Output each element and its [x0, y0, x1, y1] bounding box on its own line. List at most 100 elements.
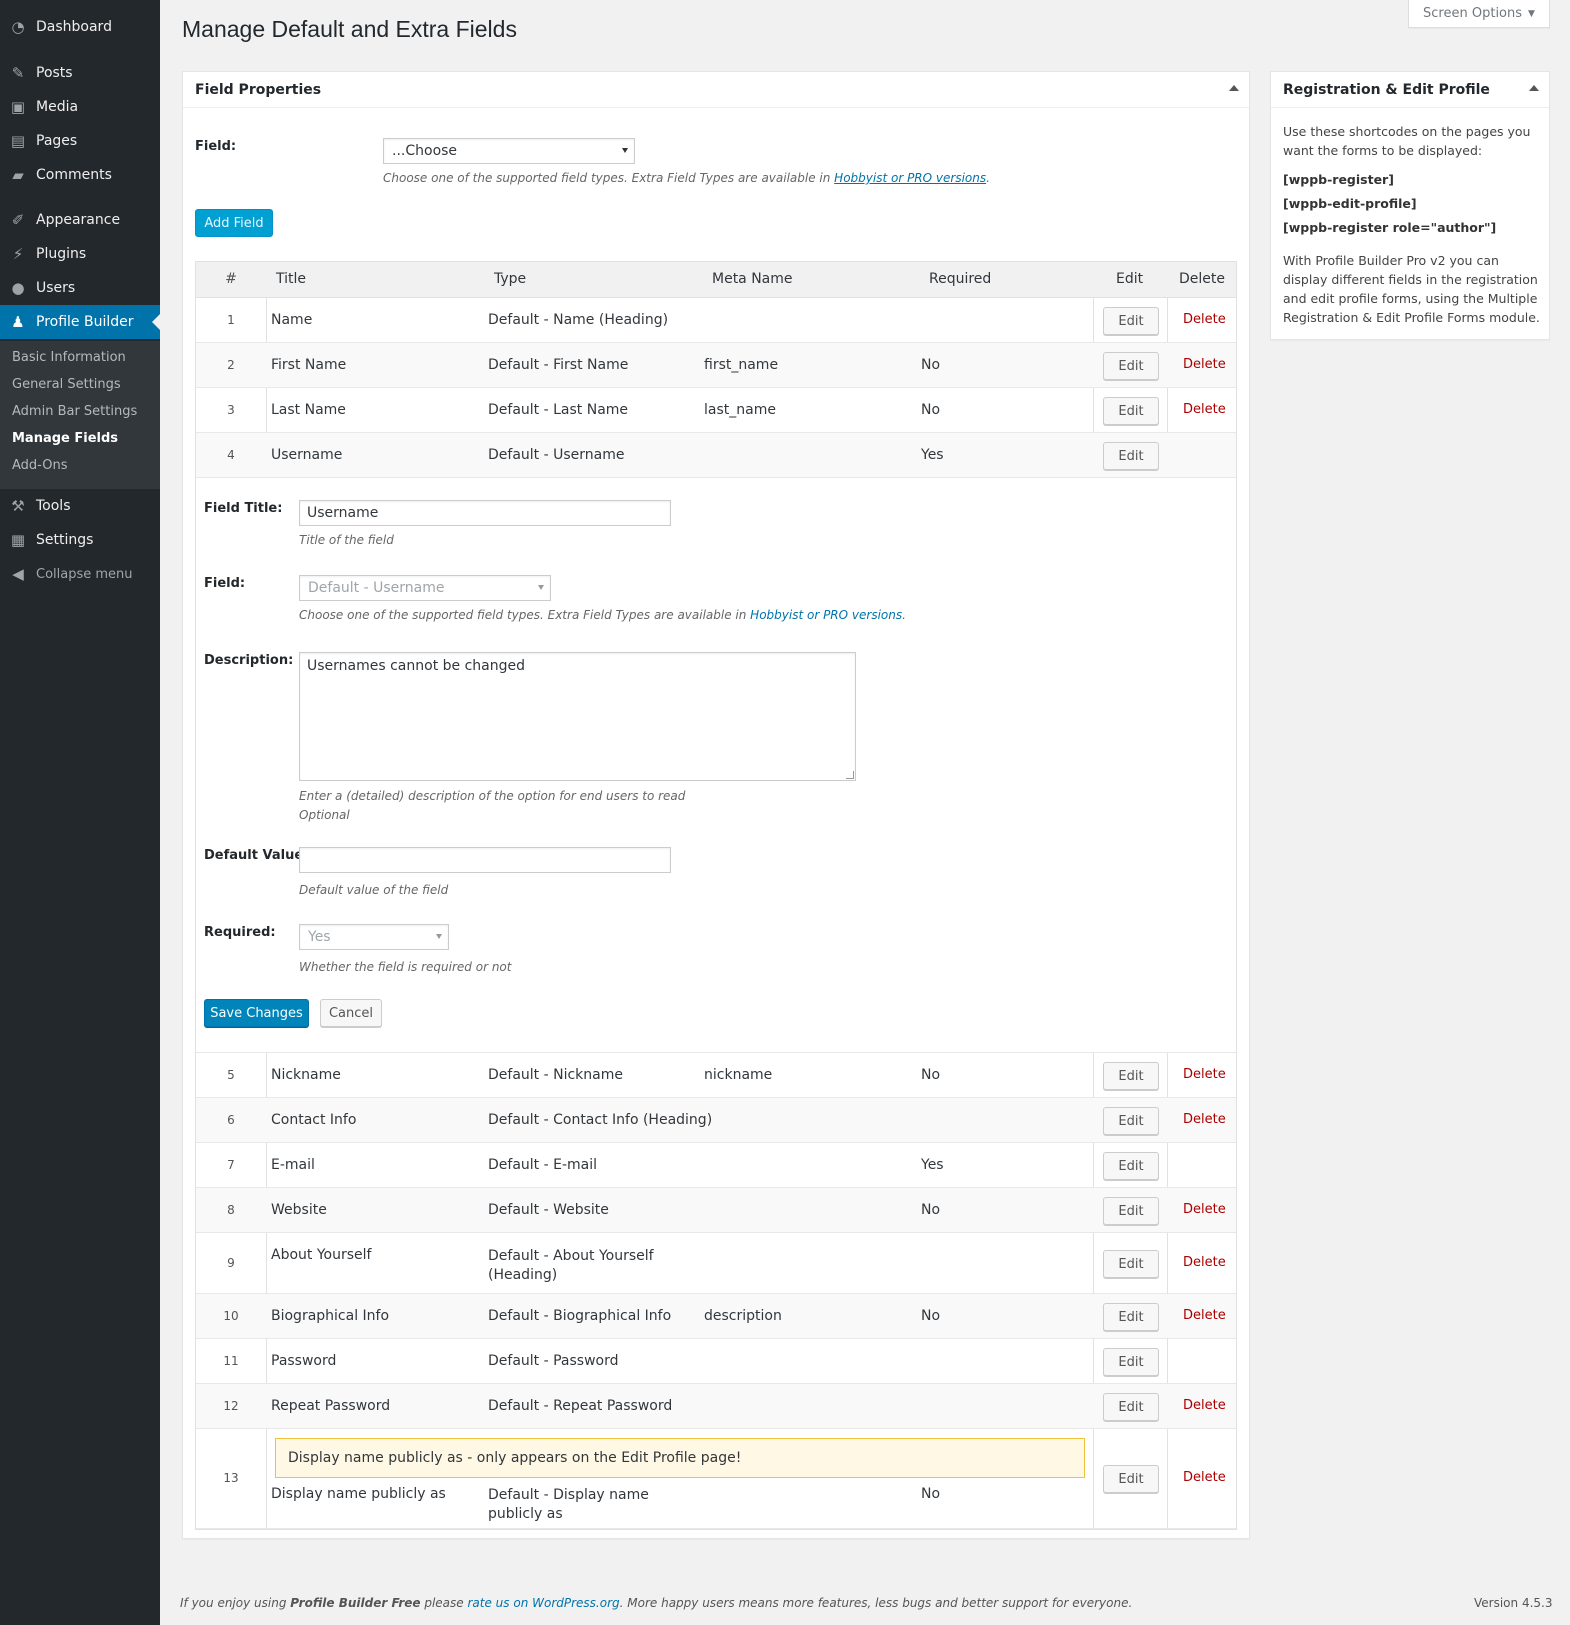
- hobbyist-pro-link[interactable]: Hobbyist or PRO versions: [750, 608, 902, 622]
- edit-field-button[interactable]: Edit: [1103, 1348, 1159, 1376]
- field-title-input[interactable]: Username: [299, 500, 671, 526]
- menu-settings[interactable]: ▦ Settings: [0, 523, 160, 557]
- admin-sidebar: ◔ Dashboard ✎ Posts ▣ Media ▤ Pages ▰ Comment…: [0, 0, 160, 1625]
- delete-field-link[interactable]: Delete: [1183, 1308, 1226, 1323]
- row-title: First Name: [271, 357, 347, 373]
- menu-posts[interactable]: ✎ Posts: [0, 56, 160, 90]
- edit-field-button[interactable]: Edit: [1103, 442, 1159, 470]
- field-properties-header[interactable]: Field Properties: [183, 72, 1249, 108]
- caret-down-icon: ▼: [1528, 8, 1535, 19]
- delete-field-link[interactable]: Delete: [1183, 1202, 1226, 1217]
- menu-plugins[interactable]: ⚡ Plugins: [0, 237, 160, 271]
- edit-field-button[interactable]: Edit: [1103, 307, 1159, 335]
- shortcode-register-author: [wppb-register role="author"]: [1283, 220, 1497, 235]
- table-row: 9 About Yourself Default - About Yourself …: [196, 1233, 1236, 1294]
- row-required: No: [921, 1067, 941, 1083]
- row-number: 10: [223, 1309, 239, 1323]
- menu-profile-builder[interactable]: ♟ Profile Builder: [0, 305, 160, 339]
- edit-field-button[interactable]: Edit: [1103, 1152, 1159, 1180]
- collapse-arrow-icon[interactable]: [1229, 85, 1239, 91]
- edit-field-button[interactable]: Edit: [1103, 1250, 1159, 1278]
- row-number: 2: [227, 358, 235, 372]
- submenu-manage-fields[interactable]: Manage Fields: [12, 431, 118, 446]
- edit-field-button[interactable]: Edit: [1103, 1107, 1159, 1135]
- user-icon: ●: [11, 279, 25, 297]
- submenu-general-settings[interactable]: General Settings: [12, 377, 121, 392]
- submenu-basic-information[interactable]: Basic Information: [12, 350, 126, 365]
- table-row: 10 Biographical Info Default - Biographica…: [196, 1294, 1236, 1339]
- hobbyist-pro-link[interactable]: Hobbyist or PRO versions: [834, 171, 986, 185]
- add-field-button[interactable]: Add Field: [195, 209, 273, 237]
- field-type-select[interactable]: ...Choose: [383, 138, 635, 164]
- delete-field-link[interactable]: Delete: [1183, 402, 1226, 417]
- rows-group: 1 Name Default - Name (Heading) Edit Delete 2…: [196, 298, 1236, 478]
- table-row: 12 Repeat Password Default - Repeat Passwo…: [196, 1384, 1236, 1429]
- rows-group: 5 Nickname Default - Nickname nickname No Edi…: [196, 1053, 1236, 1529]
- row-required: Yes: [921, 1157, 944, 1173]
- row-number: 5: [227, 1068, 235, 1082]
- edit-field-type-select[interactable]: Default - Username: [299, 575, 551, 601]
- edit-field-button[interactable]: Edit: [1103, 1303, 1159, 1331]
- default-value-input[interactable]: [299, 847, 671, 873]
- row-number: 12: [223, 1399, 239, 1413]
- row-number: 4: [227, 448, 235, 462]
- screen-options-button[interactable]: Screen Options ▼: [1408, 0, 1550, 28]
- menu-appearance[interactable]: ✐ Appearance: [0, 203, 160, 237]
- plug-icon: ⚡: [12, 245, 24, 263]
- wrench-icon: ⚒: [11, 497, 25, 515]
- edit-field-button[interactable]: Edit: [1103, 1465, 1159, 1493]
- cancel-button[interactable]: Cancel: [320, 999, 382, 1027]
- edit-field-button[interactable]: Edit: [1103, 1197, 1159, 1225]
- menu-media[interactable]: ▣ Media: [0, 90, 160, 124]
- rate-us-link[interactable]: rate us on WordPress.org: [467, 1596, 619, 1610]
- shortcodes-intro: Use these shortcodes on the pages you wa…: [1283, 124, 1531, 158]
- registration-box-header[interactable]: Registration & Edit Profile: [1271, 72, 1549, 108]
- collapse-menu-button[interactable]: ◀ Collapse menu: [0, 557, 160, 591]
- collapse-arrow-icon[interactable]: [1529, 85, 1539, 91]
- description-optional-hint: Optional: [299, 808, 350, 822]
- row-title: Nickname: [271, 1067, 341, 1083]
- brush-icon: ✐: [11, 211, 25, 229]
- delete-field-link[interactable]: Delete: [1183, 312, 1226, 327]
- comment-icon: ▰: [12, 166, 24, 184]
- header-delete: Delete: [1179, 271, 1225, 287]
- table-row: 7 E-mail Default - E-mail Yes Edit: [196, 1143, 1236, 1188]
- row-type: Default - Password: [488, 1353, 619, 1369]
- description-textarea[interactable]: Usernames cannot be changed: [299, 652, 856, 781]
- menu-tools[interactable]: ⚒ Tools: [0, 489, 160, 523]
- table-row: 4 Username Default - Username Yes Edit: [196, 433, 1236, 478]
- submenu-add-ons[interactable]: Add-Ons: [12, 458, 67, 473]
- delete-field-link[interactable]: Delete: [1183, 1255, 1226, 1270]
- settings-icon: ▦: [10, 531, 26, 549]
- default-value-label: Default Value:: [204, 848, 309, 863]
- default-value-hint: Default value of the field: [299, 883, 449, 897]
- menu-dashboard[interactable]: ◔ Dashboard: [0, 10, 160, 44]
- table-row: 3 Last Name Default - Last Name last_name No…: [196, 388, 1236, 433]
- required-select[interactable]: Yes: [299, 924, 449, 950]
- row-type: Default - Website: [488, 1202, 609, 1218]
- edit-field-button[interactable]: Edit: [1103, 352, 1159, 380]
- menu-users[interactable]: ● Users: [0, 271, 160, 305]
- delete-field-link[interactable]: Delete: [1183, 1398, 1226, 1413]
- edit-field-button[interactable]: Edit: [1103, 397, 1159, 425]
- delete-field-link[interactable]: Delete: [1183, 1067, 1226, 1082]
- menu-pages[interactable]: ▤ Pages: [0, 124, 160, 158]
- row-type: Default - Username: [488, 447, 625, 463]
- row-title: E-mail: [271, 1157, 315, 1173]
- edit-field-button[interactable]: Edit: [1103, 1393, 1159, 1421]
- submenu-admin-bar-settings[interactable]: Admin Bar Settings: [12, 404, 137, 419]
- delete-field-link[interactable]: Delete: [1183, 1112, 1226, 1127]
- media-icon: ▣: [10, 98, 26, 116]
- row-type: Default - Repeat Password: [488, 1398, 673, 1414]
- collapse-icon: ◀: [12, 565, 24, 583]
- row-number: 8: [227, 1203, 235, 1217]
- row-type: Default - E-mail: [488, 1157, 597, 1173]
- header-required: Required: [929, 271, 992, 287]
- delete-field-link[interactable]: Delete: [1183, 1470, 1226, 1485]
- resize-handle-icon[interactable]: [846, 771, 854, 779]
- delete-field-link[interactable]: Delete: [1183, 357, 1226, 372]
- menu-comments[interactable]: ▰ Comments: [0, 158, 160, 192]
- save-changes-button[interactable]: Save Changes: [204, 999, 309, 1027]
- edit-field-button[interactable]: Edit: [1103, 1062, 1159, 1090]
- profile-icon: ♟: [11, 313, 25, 331]
